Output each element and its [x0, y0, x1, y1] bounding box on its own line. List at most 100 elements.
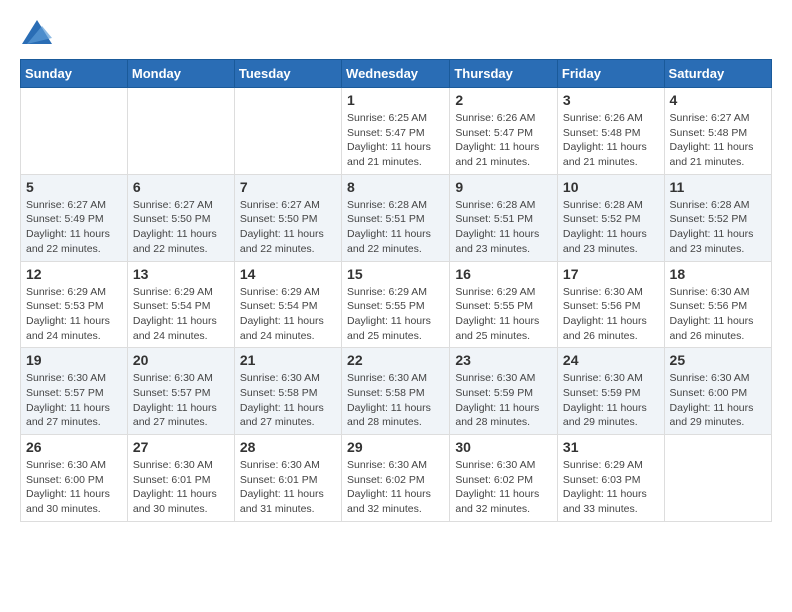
day-number: 18 [670, 266, 766, 282]
calendar-cell: 30 Sunrise: 6:30 AM Sunset: 6:02 PM Dayli… [450, 435, 558, 522]
day-info: Sunrise: 6:30 AM Sunset: 5:59 PM Dayligh… [563, 371, 659, 430]
day-number: 21 [240, 352, 336, 368]
calendar-cell: 23Sunrise: 6:30 AM Sunset: 5:59 PM Dayli… [450, 348, 558, 435]
calendar-cell: 5 Sunrise: 6:27 AM Sunset: 5:49 PM Daylig… [21, 174, 128, 261]
calendar-cell: 29Sunrise: 6:30 AM Sunset: 6:02 PM Dayli… [342, 435, 450, 522]
calendar-cell: 20Sunrise: 6:30 AM Sunset: 5:57 PM Dayli… [127, 348, 234, 435]
day-info: Sunrise: 6:30 AM Sunset: 5:56 PM Dayligh… [563, 285, 659, 344]
calendar-cell: 7 Sunrise: 6:27 AM Sunset: 5:50 PM Daylig… [234, 174, 341, 261]
day-number: 16 [455, 266, 552, 282]
logo-text [20, 20, 52, 49]
calendar-cell: 12Sunrise: 6:29 AM Sunset: 5:53 PM Dayli… [21, 261, 128, 348]
calendar-cell: 26 Sunrise: 6:30 AM Sunset: 6:00 PM Dayli… [21, 435, 128, 522]
calendar-cell [234, 88, 341, 175]
day-number: 8 [347, 179, 444, 195]
weekday-header: Wednesday [342, 60, 450, 88]
day-info: Sunrise: 6:26 AM Sunset: 5:48 PM Dayligh… [563, 111, 659, 170]
calendar-cell [664, 435, 771, 522]
day-number: 11 [670, 179, 766, 195]
day-info: Sunrise: 6:28 AM Sunset: 5:51 PM Dayligh… [455, 198, 552, 257]
calendar-week-row: 5 Sunrise: 6:27 AM Sunset: 5:49 PM Daylig… [21, 174, 772, 261]
weekday-header: Sunday [21, 60, 128, 88]
day-number: 28 [240, 439, 336, 455]
calendar-week-row: 12Sunrise: 6:29 AM Sunset: 5:53 PM Dayli… [21, 261, 772, 348]
day-number: 6 [133, 179, 229, 195]
day-info: Sunrise: 6:29 AM Sunset: 5:53 PM Dayligh… [26, 285, 122, 344]
logo [20, 20, 52, 49]
day-number: 26 [26, 439, 122, 455]
day-info: Sunrise: 6:26 AM Sunset: 5:47 PM Dayligh… [455, 111, 552, 170]
calendar-cell: 17 Sunrise: 6:30 AM Sunset: 5:56 PM Dayli… [557, 261, 664, 348]
day-number: 30 [455, 439, 552, 455]
day-info: Sunrise: 6:29 AM Sunset: 5:55 PM Dayligh… [347, 285, 444, 344]
day-info: Sunrise: 6:29 AM Sunset: 5:54 PM Dayligh… [133, 285, 229, 344]
logo-icon [22, 20, 52, 44]
day-info: Sunrise: 6:30 AM Sunset: 6:02 PM Dayligh… [455, 458, 552, 517]
weekday-header: Monday [127, 60, 234, 88]
day-info: Sunrise: 6:30 AM Sunset: 5:58 PM Dayligh… [347, 371, 444, 430]
calendar-cell: 13 Sunrise: 6:29 AM Sunset: 5:54 PM Dayli… [127, 261, 234, 348]
day-number: 13 [133, 266, 229, 282]
calendar-table: SundayMondayTuesdayWednesdayThursdayFrid… [20, 59, 772, 522]
weekday-header: Tuesday [234, 60, 341, 88]
day-info: Sunrise: 6:29 AM Sunset: 5:54 PM Dayligh… [240, 285, 336, 344]
calendar-cell: 6 Sunrise: 6:27 AM Sunset: 5:50 PM Daylig… [127, 174, 234, 261]
day-number: 31 [563, 439, 659, 455]
calendar-cell: 2 Sunrise: 6:26 AM Sunset: 5:47 PM Daylig… [450, 88, 558, 175]
day-number: 14 [240, 266, 336, 282]
calendar-cell: 1 Sunrise: 6:25 AM Sunset: 5:47 PM Daylig… [342, 88, 450, 175]
day-info: Sunrise: 6:30 AM Sunset: 6:01 PM Dayligh… [133, 458, 229, 517]
day-info: Sunrise: 6:30 AM Sunset: 5:57 PM Dayligh… [133, 371, 229, 430]
calendar-cell: 25 Sunrise: 6:30 AM Sunset: 6:00 PM Dayli… [664, 348, 771, 435]
day-number: 24 [563, 352, 659, 368]
day-info: Sunrise: 6:30 AM Sunset: 5:59 PM Dayligh… [455, 371, 552, 430]
day-info: Sunrise: 6:25 AM Sunset: 5:47 PM Dayligh… [347, 111, 444, 170]
day-info: Sunrise: 6:28 AM Sunset: 5:52 PM Dayligh… [563, 198, 659, 257]
day-number: 4 [670, 92, 766, 108]
day-info: Sunrise: 6:27 AM Sunset: 5:50 PM Dayligh… [133, 198, 229, 257]
day-number: 10 [563, 179, 659, 195]
calendar-cell [127, 88, 234, 175]
day-info: Sunrise: 6:30 AM Sunset: 6:01 PM Dayligh… [240, 458, 336, 517]
day-number: 3 [563, 92, 659, 108]
day-info: Sunrise: 6:29 AM Sunset: 6:03 PM Dayligh… [563, 458, 659, 517]
weekday-header: Thursday [450, 60, 558, 88]
calendar-cell: 3 Sunrise: 6:26 AM Sunset: 5:48 PM Daylig… [557, 88, 664, 175]
day-number: 19 [26, 352, 122, 368]
day-number: 5 [26, 179, 122, 195]
day-info: Sunrise: 6:30 AM Sunset: 6:00 PM Dayligh… [670, 371, 766, 430]
day-info: Sunrise: 6:30 AM Sunset: 5:56 PM Dayligh… [670, 285, 766, 344]
calendar-cell: 4Sunrise: 6:27 AM Sunset: 5:48 PM Daylig… [664, 88, 771, 175]
day-number: 17 [563, 266, 659, 282]
calendar-cell: 21Sunrise: 6:30 AM Sunset: 5:58 PM Dayli… [234, 348, 341, 435]
calendar-cell: 10 Sunrise: 6:28 AM Sunset: 5:52 PM Dayli… [557, 174, 664, 261]
day-number: 7 [240, 179, 336, 195]
day-number: 1 [347, 92, 444, 108]
calendar-cell: 18 Sunrise: 6:30 AM Sunset: 5:56 PM Dayli… [664, 261, 771, 348]
calendar-cell: 22Sunrise: 6:30 AM Sunset: 5:58 PM Dayli… [342, 348, 450, 435]
day-info: Sunrise: 6:27 AM Sunset: 5:50 PM Dayligh… [240, 198, 336, 257]
calendar-week-row: 19 Sunrise: 6:30 AM Sunset: 5:57 PM Dayli… [21, 348, 772, 435]
calendar-week-row: 1 Sunrise: 6:25 AM Sunset: 5:47 PM Daylig… [21, 88, 772, 175]
calendar-header-row: SundayMondayTuesdayWednesdayThursdayFrid… [21, 60, 772, 88]
day-number: 25 [670, 352, 766, 368]
day-info: Sunrise: 6:30 AM Sunset: 5:57 PM Dayligh… [26, 371, 122, 430]
calendar-cell: 8 Sunrise: 6:28 AM Sunset: 5:51 PM Daylig… [342, 174, 450, 261]
weekday-header: Friday [557, 60, 664, 88]
page-header [20, 20, 772, 49]
calendar-cell: 9Sunrise: 6:28 AM Sunset: 5:51 PM Daylig… [450, 174, 558, 261]
calendar-cell [21, 88, 128, 175]
day-info: Sunrise: 6:30 AM Sunset: 6:00 PM Dayligh… [26, 458, 122, 517]
day-info: Sunrise: 6:28 AM Sunset: 5:52 PM Dayligh… [670, 198, 766, 257]
day-number: 2 [455, 92, 552, 108]
calendar-week-row: 26 Sunrise: 6:30 AM Sunset: 6:00 PM Dayli… [21, 435, 772, 522]
day-number: 15 [347, 266, 444, 282]
calendar-cell: 28 Sunrise: 6:30 AM Sunset: 6:01 PM Dayli… [234, 435, 341, 522]
day-number: 29 [347, 439, 444, 455]
calendar-cell: 11 Sunrise: 6:28 AM Sunset: 5:52 PM Dayli… [664, 174, 771, 261]
day-info: Sunrise: 6:27 AM Sunset: 5:49 PM Dayligh… [26, 198, 122, 257]
calendar-cell: 16Sunrise: 6:29 AM Sunset: 5:55 PM Dayli… [450, 261, 558, 348]
calendar-cell: 31 Sunrise: 6:29 AM Sunset: 6:03 PM Dayli… [557, 435, 664, 522]
calendar-cell: 24 Sunrise: 6:30 AM Sunset: 5:59 PM Dayli… [557, 348, 664, 435]
day-info: Sunrise: 6:28 AM Sunset: 5:51 PM Dayligh… [347, 198, 444, 257]
